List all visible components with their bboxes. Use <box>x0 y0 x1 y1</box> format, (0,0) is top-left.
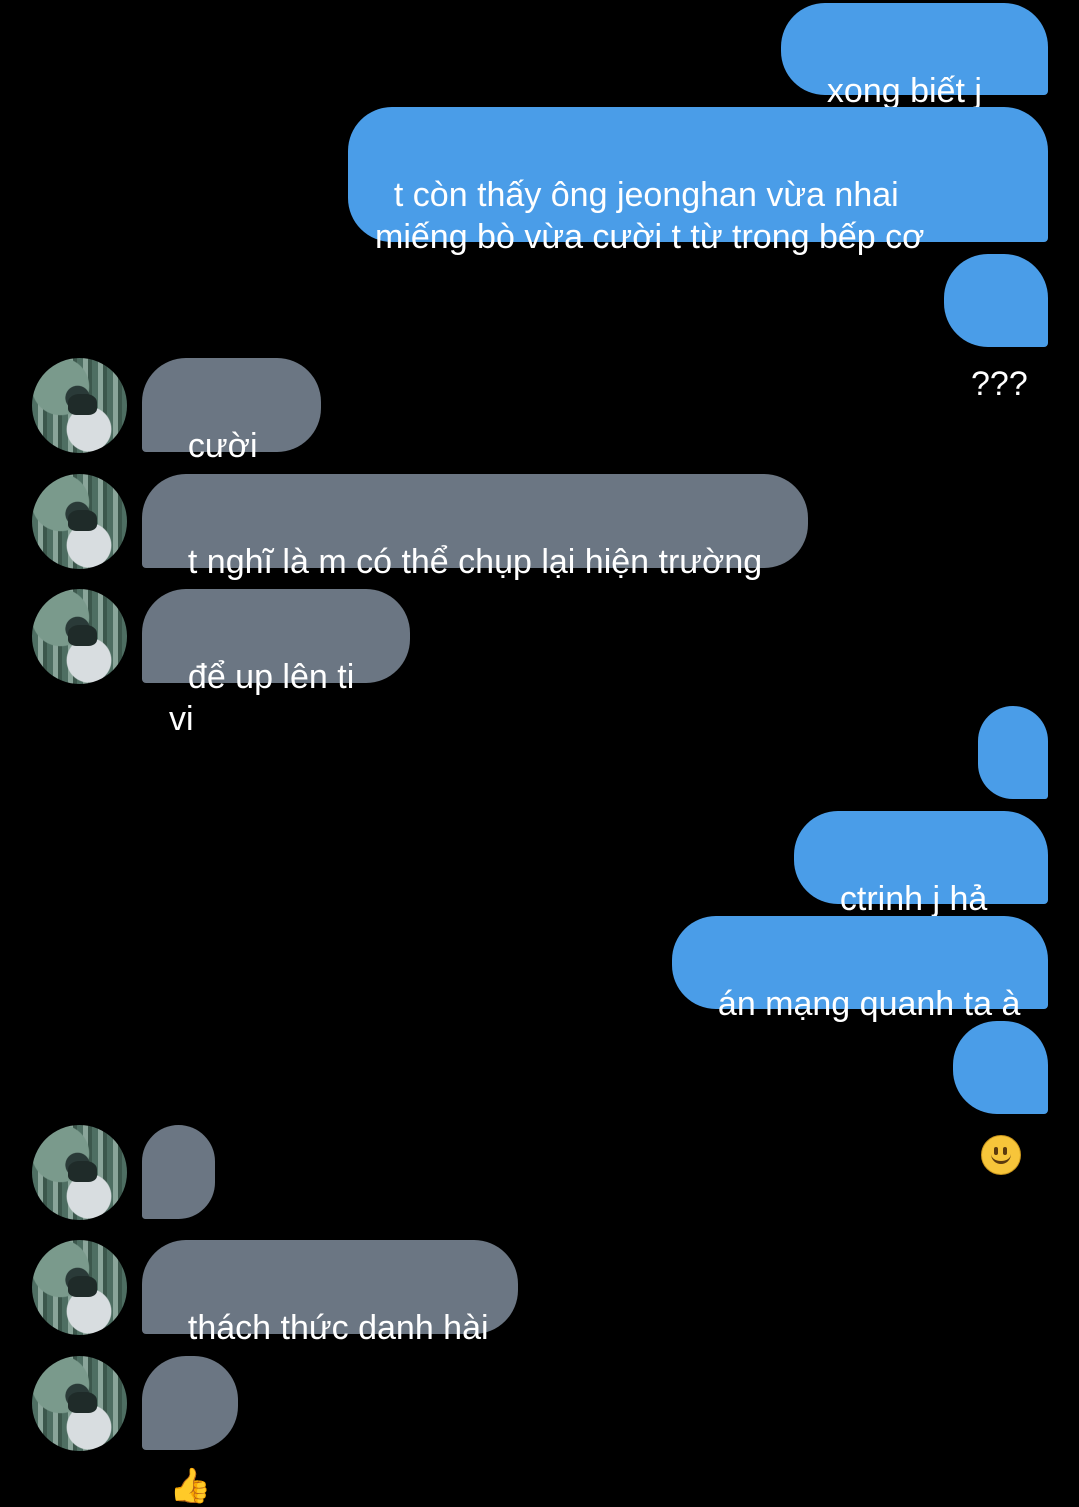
contact-avatar[interactable] <box>32 358 127 453</box>
message-text: t nghĩ là m có thể chụp lại hiện trường <box>187 543 763 581</box>
outgoing-message-bubble[interactable]: ??? <box>944 254 1048 403</box>
message-text: để up lên ti vi <box>169 658 364 738</box>
contact-avatar[interactable] <box>32 474 127 569</box>
incoming-message-bubble[interactable]: 0 <box>142 1125 215 1274</box>
message-text: ??? <box>971 365 1028 403</box>
message-text: t còn thấy ông jeonghan vừa nhai miếng b… <box>375 176 925 256</box>
outgoing-message-bubble[interactable]: xong biết j kh <box>781 3 1048 152</box>
outgoing-message-bubble[interactable]: ? <box>978 706 1048 855</box>
incoming-message-bubble[interactable]: t nghĩ là m có thể chụp lại hiện trường <box>142 474 808 581</box>
outgoing-message-bubble[interactable]: án mạng quanh ta à <box>672 916 1048 1023</box>
message-text: án mạng quanh ta à <box>717 985 1021 1023</box>
incoming-message-bubble[interactable]: để up lên ti vi <box>142 589 410 738</box>
smiling-face-icon <box>981 1135 1021 1176</box>
incoming-message-bubble[interactable]: cười vcl <box>142 358 321 507</box>
message-text: thách thức danh hài <box>187 1309 489 1347</box>
contact-avatar[interactable] <box>32 1240 127 1335</box>
incoming-message-bubble[interactable]: 👍 <box>142 1356 238 1506</box>
contact-avatar[interactable] <box>32 589 127 684</box>
incoming-message-bubble[interactable]: thách thức danh hài <box>142 1240 518 1347</box>
contact-avatar[interactable] <box>32 1125 127 1220</box>
outgoing-message-bubble[interactable]: ctrinh j hả m <box>794 811 1048 960</box>
outgoing-message-bubble[interactable]: t còn thấy ông jeonghan vừa nhai miếng b… <box>348 107 1048 256</box>
contact-avatar[interactable] <box>32 1356 127 1451</box>
thumbs-up-icon: 👍 <box>169 1466 212 1506</box>
outgoing-message-bubble[interactable] <box>953 1021 1048 1176</box>
